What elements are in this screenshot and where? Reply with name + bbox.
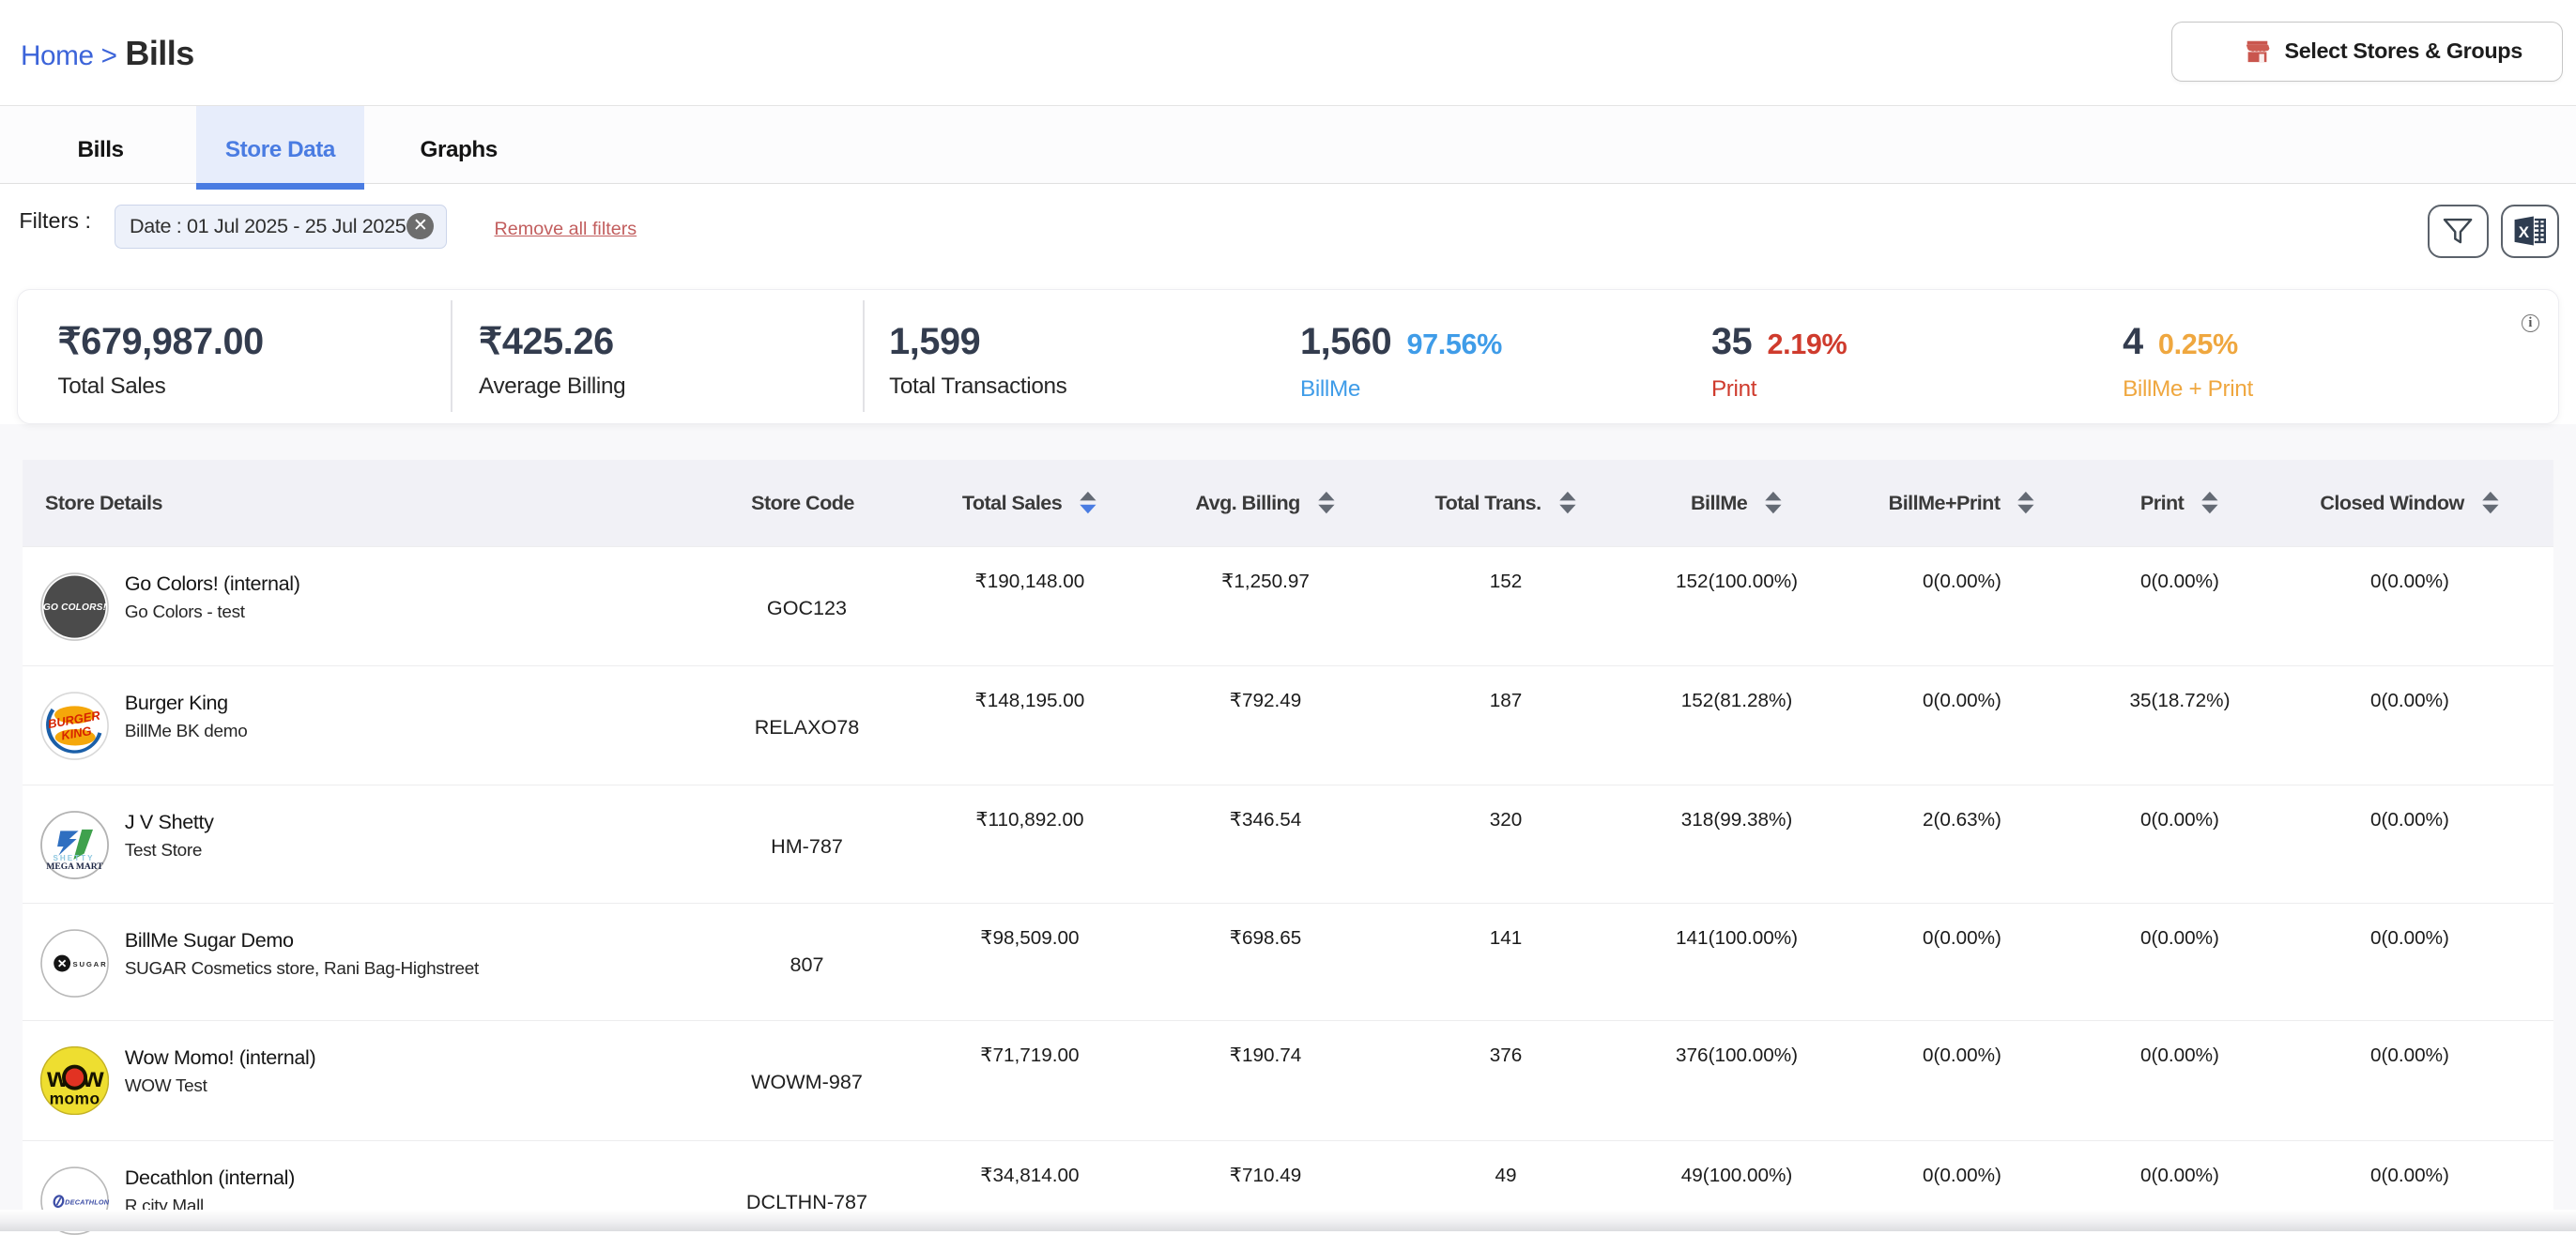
svg-text:DECATHLON: DECATHLON [65, 1197, 109, 1206]
svg-text:X: X [2519, 223, 2530, 241]
svg-text:momo: momo [49, 1090, 100, 1108]
svg-text:GO COLORS!: GO COLORS! [43, 602, 107, 613]
svg-text:SUGAR: SUGAR [72, 960, 107, 968]
svg-text:MEGA MART: MEGA MART [46, 861, 103, 872]
